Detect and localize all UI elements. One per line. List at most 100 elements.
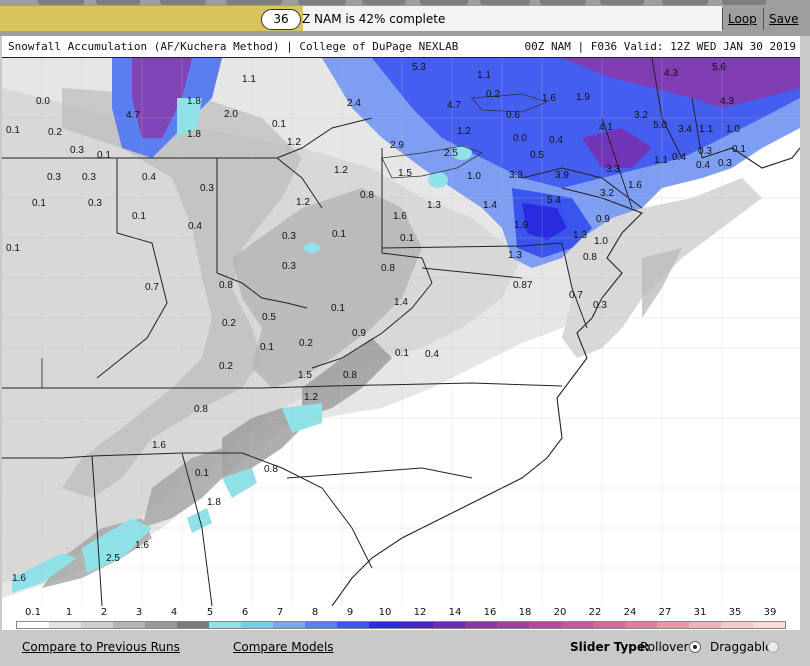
accumulation-value: 0.1 — [332, 229, 346, 240]
accumulation-value: 1.2 — [304, 392, 318, 403]
accumulation-value: 3.9 — [555, 170, 569, 181]
accumulation-value: 1.6 — [628, 180, 642, 191]
save-button[interactable]: Save — [769, 12, 798, 26]
accumulation-value: 1.5 — [398, 168, 412, 179]
accumulation-value: 1.1 — [242, 74, 256, 85]
loop-button[interactable]: Loop — [728, 12, 757, 26]
legend-swatch — [753, 622, 785, 628]
legend-label: 16 — [483, 607, 497, 618]
accumulation-value: 0.1 — [132, 211, 146, 222]
legend-color-bar — [16, 621, 786, 629]
compare-previous-runs-link[interactable]: Compare to Previous Runs — [22, 640, 180, 654]
accumulation-value: 0.1 — [97, 150, 111, 161]
legend-swatch — [657, 622, 689, 628]
accumulation-value: 4.3 — [720, 96, 734, 107]
legend-label: 3 — [135, 607, 143, 618]
accumulation-value: 1.6 — [152, 440, 166, 451]
accumulation-value: 0.8 — [219, 280, 233, 291]
accumulation-value: 3.2 — [634, 110, 648, 121]
accumulation-value: 5.0 — [653, 120, 667, 131]
legend-label: 8 — [311, 607, 319, 618]
model-viewer: 36 Z NAM is 42% complete Loop Save Snowf… — [0, 0, 810, 666]
accumulation-value: 0.0 — [36, 96, 50, 107]
accumulation-value: 1.1 — [654, 155, 668, 166]
legend-swatch — [369, 622, 401, 628]
accumulation-value: 0.3 — [282, 231, 296, 242]
loading-status-text: Z NAM is 42% complete — [302, 12, 446, 26]
accumulation-value: 4.7 — [126, 110, 140, 121]
legend-label: 18 — [518, 607, 532, 618]
legend-swatch — [625, 622, 657, 628]
accumulation-value: 0.1 — [32, 198, 46, 209]
legend-swatch — [273, 622, 305, 628]
legend-label: 39 — [763, 607, 777, 618]
accumulation-value: 1.2 — [296, 197, 310, 208]
accumulation-value: 0.5 — [262, 312, 276, 323]
legend-swatch — [241, 622, 273, 628]
legend-label: 2 — [100, 607, 108, 618]
legend-swatch — [689, 622, 721, 628]
accumulation-value: 2.9 — [390, 140, 404, 151]
accumulation-value: 1.3 — [427, 200, 441, 211]
accumulation-value: 0.7 — [569, 290, 583, 301]
accumulation-value: 0.9 — [596, 214, 610, 225]
legend-swatch — [49, 622, 81, 628]
accumulation-value: 3.4 — [678, 124, 692, 135]
legend-label: 35 — [728, 607, 742, 618]
accumulation-value: 0.2 — [219, 361, 233, 372]
compare-models-link[interactable]: Compare Models — [233, 640, 334, 654]
legend-label: 12 — [413, 607, 427, 618]
legend-label: 31 — [693, 607, 707, 618]
accumulation-value: 0.3 — [593, 300, 607, 311]
accumulation-value: 1.6 — [12, 573, 26, 584]
accumulation-value: 2.4 — [347, 98, 361, 109]
accumulation-value: 0.87 — [513, 280, 533, 291]
accumulation-value: 4.1 — [599, 122, 613, 133]
accumulation-value: 0.3 — [47, 172, 61, 183]
snowfall-map[interactable]: 1.1 5.3 1.1 5.6 4.3 0.0 4.7 1.8 2.0 2.4 4.7 0.2 1.6 1… — [2, 58, 800, 606]
legend-swatch — [721, 622, 753, 628]
accumulation-value: 0.9 — [352, 328, 366, 339]
slider-type-label: Slider Type: — [570, 640, 650, 654]
accumulation-value: 2.5 — [444, 148, 458, 159]
accumulation-value: 0.1 — [6, 243, 20, 254]
accumulation-value: 0.3 — [88, 198, 102, 209]
toolbar-divider — [763, 8, 764, 30]
legend-label: 20 — [553, 607, 567, 618]
bottom-controls: Compare to Previous Runs Compare Models … — [0, 630, 810, 666]
legend-label: 4 — [170, 607, 178, 618]
accumulation-value: 0.4 — [425, 349, 439, 360]
rollover-radio[interactable] — [689, 641, 701, 653]
accumulation-value: 1.8 — [187, 96, 201, 107]
accumulation-value: 0.8 — [583, 252, 597, 263]
accumulation-value: 1.4 — [394, 297, 408, 308]
accumulation-value: 0.1 — [732, 144, 746, 155]
legend-swatch — [305, 622, 337, 628]
legend-swatch — [433, 622, 465, 628]
accumulation-value: 5.4 — [547, 195, 561, 206]
accumulation-value: 0.5 — [530, 150, 544, 161]
legend-label: 7 — [276, 607, 284, 618]
accumulation-value: 0.8 — [381, 263, 395, 274]
accumulation-value: 0.1 — [260, 342, 274, 353]
toolbar-divider — [722, 8, 723, 30]
accumulation-value: 1.0 — [594, 236, 608, 247]
accumulation-value: 5.3 — [412, 62, 426, 73]
accumulation-value: 0.4 — [188, 221, 202, 232]
accumulation-value: 0.3 — [70, 145, 84, 156]
accumulation-value: 0.0 — [513, 133, 527, 144]
legend-swatch — [593, 622, 625, 628]
accumulation-value: 1.1 — [477, 70, 491, 81]
accumulation-value: 1.6 — [135, 540, 149, 551]
accumulation-value: 0.4 — [549, 135, 563, 146]
accumulation-value: 0.1 — [400, 233, 414, 244]
draggable-radio[interactable] — [767, 641, 779, 653]
accumulation-value: 0.2 — [48, 127, 62, 138]
accumulation-value: 1.6 — [542, 93, 556, 104]
accumulation-value: 0.2 — [299, 338, 313, 349]
frame-number-bubble[interactable]: 36 — [261, 9, 301, 30]
accumulation-value: 1.9 — [514, 220, 528, 231]
legend-label: 10 — [378, 607, 392, 618]
legend-label: 0.1 — [25, 607, 41, 618]
legend-swatch — [113, 622, 145, 628]
